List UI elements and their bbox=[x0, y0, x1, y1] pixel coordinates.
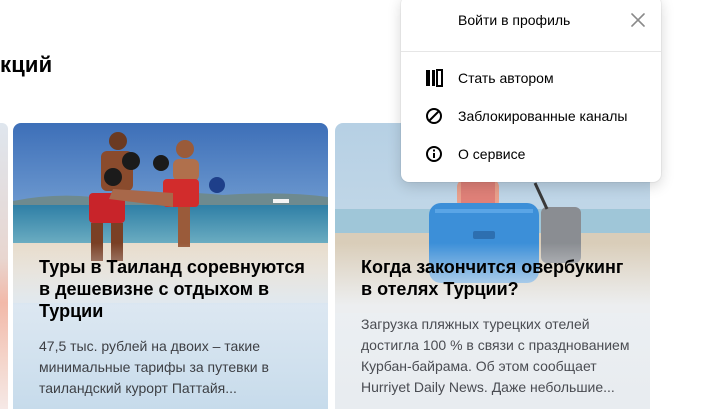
card-snippet: Загрузка пляжных турецких отелей достигл… bbox=[361, 316, 630, 395]
page: кций Туры в Таиланд соревнуются в дешеви… bbox=[0, 0, 717, 409]
card-snippet: 47,5 тыс. рублей на двоих – такие минима… bbox=[39, 338, 269, 396]
menu-item-label: О сервисе bbox=[458, 146, 526, 162]
news-card[interactable]: Туры в Таиланд соревнуются в дешевизне с… bbox=[13, 123, 328, 409]
menu-item-blocked-channels[interactable]: Заблокированные каналы bbox=[401, 98, 661, 134]
menu-item-become-author[interactable]: Стать автором bbox=[401, 60, 661, 96]
profile-menu: Войти в профиль Стать автором Заблокиров… bbox=[401, 0, 661, 182]
menu-item-about[interactable]: О сервисе bbox=[401, 136, 661, 172]
menu-item-label: Стать автором bbox=[458, 70, 554, 86]
section-title: кций bbox=[0, 52, 53, 77]
author-icon bbox=[425, 69, 443, 87]
menu-item-label: Заблокированные каналы bbox=[458, 108, 628, 124]
partial-card[interactable] bbox=[0, 123, 8, 409]
close-icon[interactable] bbox=[629, 11, 647, 29]
blocked-icon bbox=[425, 107, 443, 125]
card-title[interactable]: Когда закончится овербукинг в отелях Тур… bbox=[361, 256, 630, 300]
card-title[interactable]: Туры в Таиланд соревнуются в дешевизне с… bbox=[39, 256, 308, 322]
info-icon bbox=[425, 145, 443, 163]
menu-header: Войти в профиль bbox=[401, 0, 661, 52]
login-link[interactable]: Войти в профиль bbox=[458, 12, 570, 28]
